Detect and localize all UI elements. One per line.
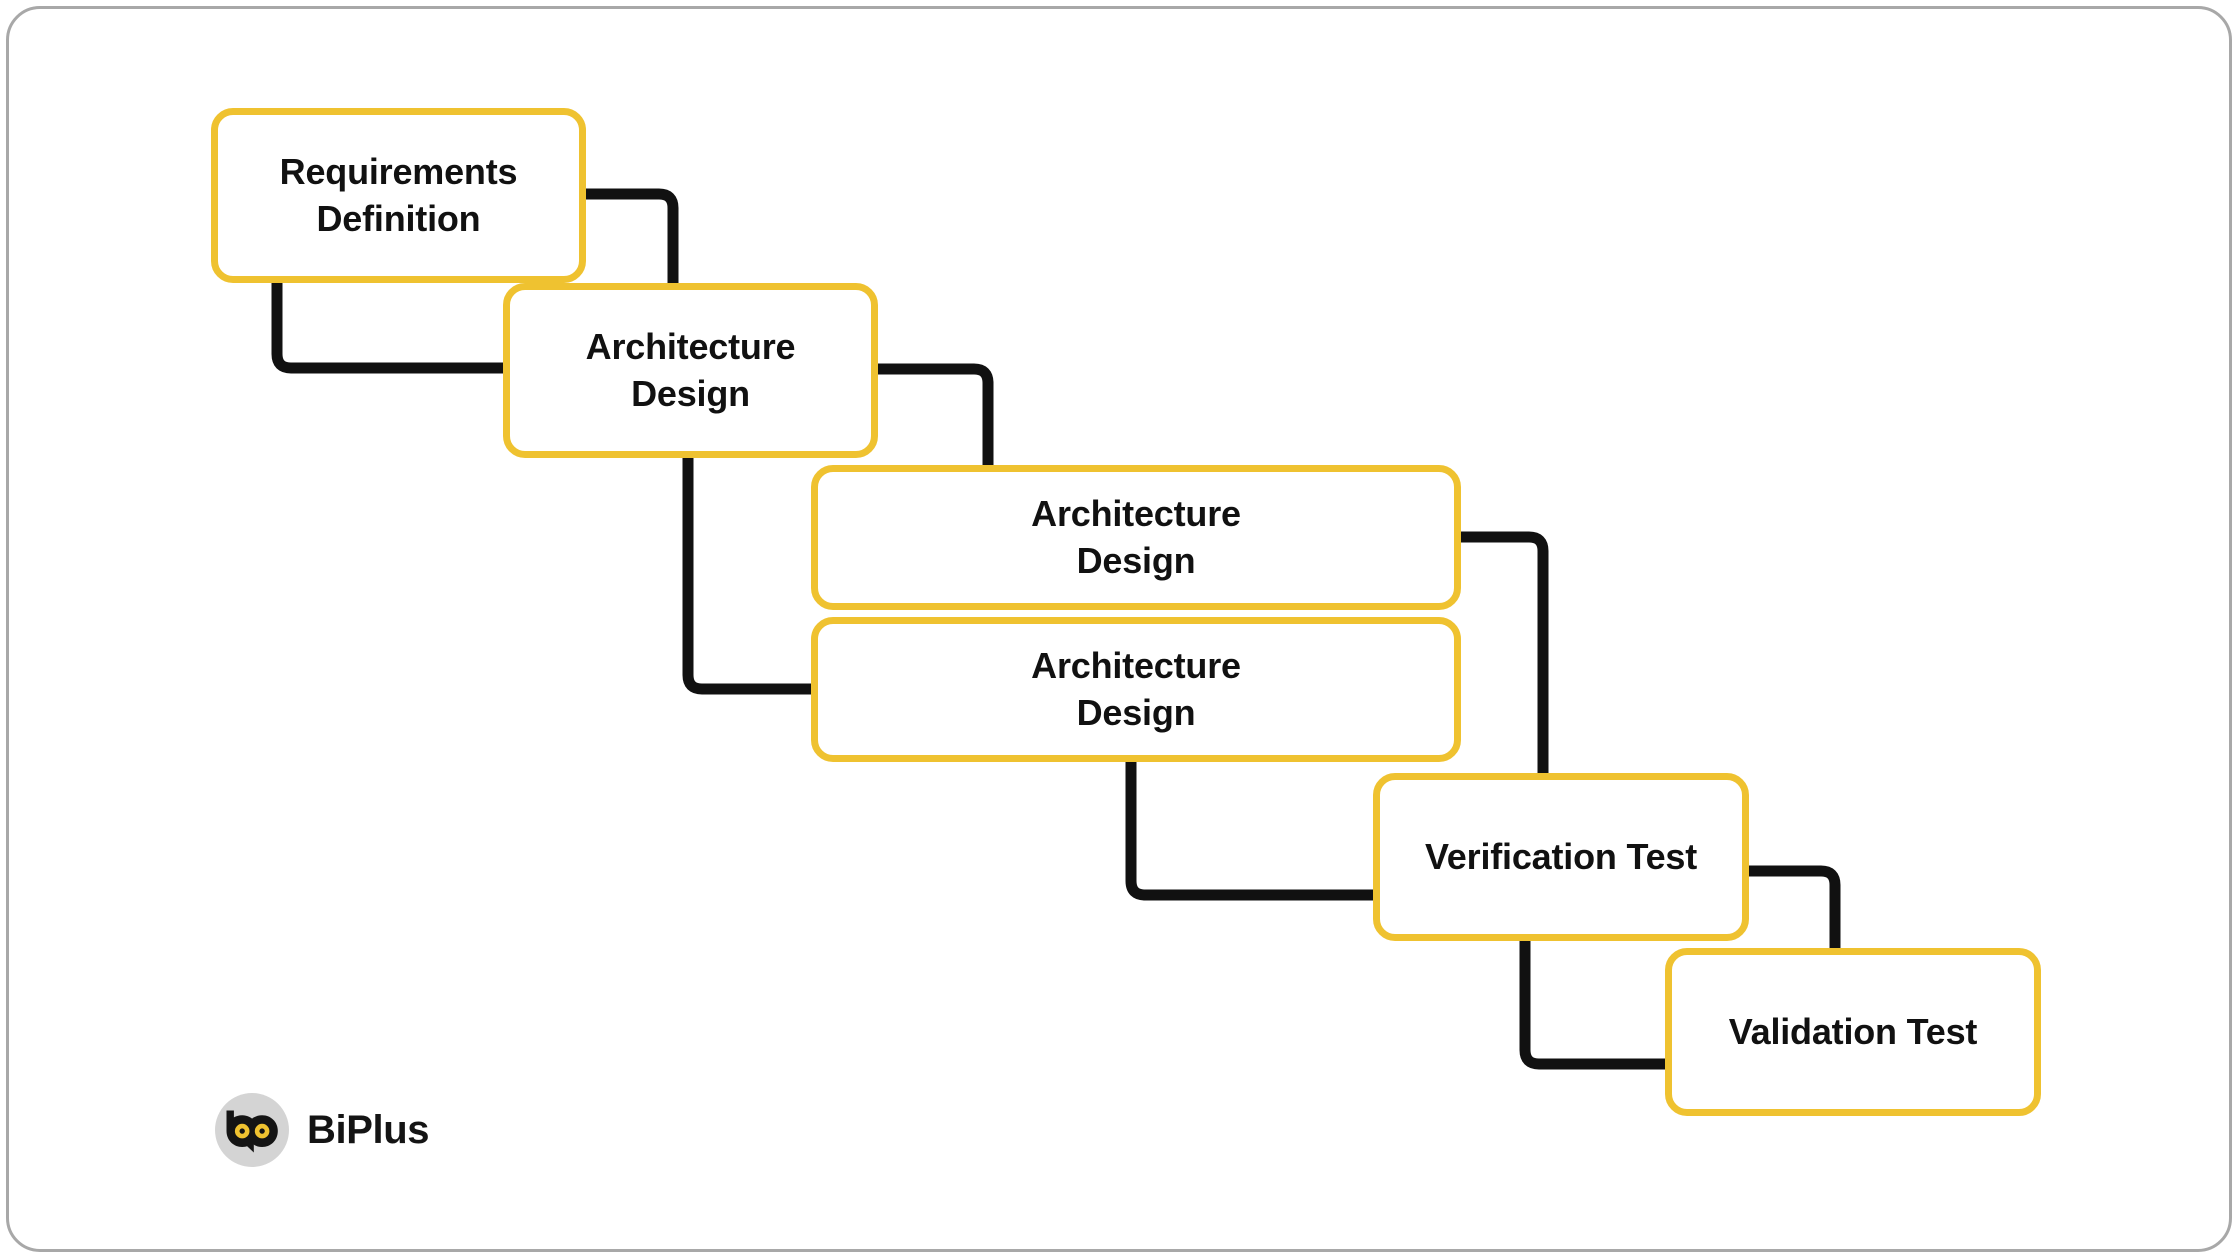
- connector-4-5-down: [1125, 762, 1373, 901]
- stage-label: Requirements Definition: [279, 151, 518, 239]
- stage-box-requirements-definition[interactable]: Requirements Definition: [211, 108, 586, 283]
- stage-label: Verification Test: [1424, 835, 1697, 877]
- connector-3-5-right: [1461, 531, 1549, 773]
- owl-bp-monogram-icon: [215, 1093, 289, 1167]
- brand-logo: BiPlus: [215, 1093, 429, 1167]
- stage-box-architecture-design-1[interactable]: Architecture Design: [503, 283, 878, 458]
- stage-label: Architecture Design: [585, 326, 796, 414]
- connector-2-4-down: [682, 458, 811, 695]
- stage-box-validation-test[interactable]: Validation Test: [1665, 948, 2041, 1116]
- stage-box-architecture-design-2[interactable]: Architecture Design: [811, 465, 1461, 610]
- stage-label: Architecture Design: [1031, 645, 1241, 733]
- connector-2-3-right: [878, 363, 994, 465]
- connector-5-6-down: [1519, 941, 1665, 1070]
- connector-1-2-right: [586, 188, 679, 283]
- diagram-canvas-frame: Requirements Definition Architecture Des…: [6, 6, 2232, 1252]
- stage-box-architecture-design-3[interactable]: Architecture Design: [811, 617, 1461, 762]
- stage-box-verification-test[interactable]: Verification Test: [1373, 773, 1749, 941]
- owl-bp-glyph: [226, 1110, 278, 1153]
- stage-label: Validation Test: [1728, 1010, 1978, 1052]
- connector-1-2-down: [271, 283, 503, 374]
- diagram-layer: Requirements Definition Architecture Des…: [9, 9, 2229, 1249]
- stage-label: Architecture Design: [1031, 493, 1241, 581]
- brand-name: BiPlus: [307, 1108, 430, 1152]
- connector-5-6-right: [1749, 865, 1841, 948]
